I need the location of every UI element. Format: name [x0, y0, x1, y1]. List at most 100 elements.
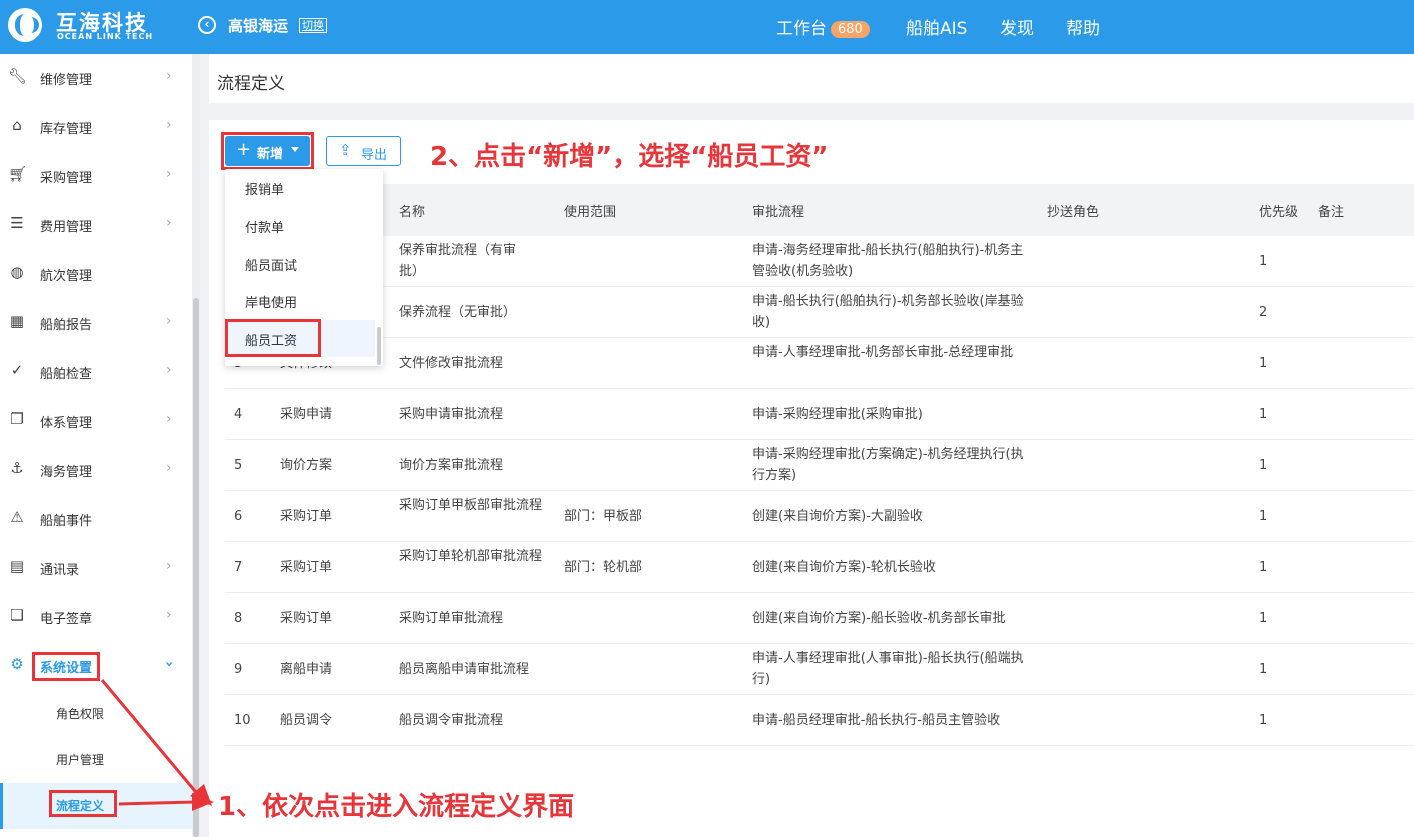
- row-number: 7: [234, 560, 243, 575]
- check-circle-icon: ✓: [10, 361, 24, 379]
- sidebar-subitem-label: 角色权限: [56, 707, 105, 721]
- nav-workbench-label: 工作台: [776, 19, 827, 39]
- row-name: 船员调令审批流程: [399, 713, 504, 728]
- logo-icon: [8, 8, 42, 42]
- row-type: 采购订单: [280, 560, 333, 575]
- sidebar-item-expense[interactable]: ☰ 费用管理 ›: [0, 201, 192, 250]
- sidebar-subitem-role-permissions[interactable]: 角色权限: [0, 691, 192, 737]
- row-priority: 1: [1259, 356, 1268, 371]
- column-header-flow: 审批流程: [752, 205, 805, 220]
- switch-company-link[interactable]: 切换: [299, 18, 327, 33]
- table-row[interactable]: 8 采购订单 采购订单审批流程 创建(来自询价方案)-船长验收-机务部长审批 1: [225, 593, 1414, 644]
- sidebar-item-label: 采购管理: [40, 171, 93, 186]
- sidebar-item-label: 维修管理: [40, 73, 93, 88]
- chevron-right-icon: ›: [166, 215, 172, 231]
- back-icon[interactable]: ‹: [198, 16, 216, 34]
- logo-subtext: OCEAN LINK TECH: [57, 32, 154, 41]
- upload-icon: ⇪: [339, 141, 352, 159]
- row-name: 询价方案审批流程: [399, 458, 504, 473]
- export-button[interactable]: ⇪ 导出: [326, 136, 401, 166]
- nav-discover[interactable]: 发现: [1000, 14, 1034, 39]
- database-icon: ☰: [10, 214, 24, 232]
- nav-workbench[interactable]: 工作台 680: [776, 14, 870, 39]
- chevron-right-icon: ›: [166, 313, 172, 329]
- sidebar-item-label: 通讯录: [40, 563, 80, 578]
- dropdown-item-payment[interactable]: 付款单: [225, 207, 375, 244]
- home-icon: ⌂: [12, 116, 22, 134]
- sidebar-item-voyage[interactable]: ◍ 航次管理: [0, 250, 192, 299]
- sidebar-item-label: 费用管理: [40, 220, 93, 235]
- row-priority: 1: [1259, 713, 1268, 728]
- sidebar-item-ship-event[interactable]: ⚠︎ 船舶事件: [0, 495, 192, 544]
- nav-ship-ais[interactable]: 船舶AIS: [906, 14, 967, 39]
- row-flow: 申请-采购经理审批(采购审批): [752, 407, 923, 422]
- row-number: 8: [234, 611, 243, 626]
- row-flow: 申请-人事经理审批-机务部长审批-总经理审批: [752, 345, 1014, 360]
- column-header-cc-role: 抄送角色: [1047, 205, 1100, 220]
- sidebar-item-ship-inspection[interactable]: ✓ 船舶检查 ›: [0, 348, 192, 397]
- row-type: 采购订单: [280, 611, 333, 626]
- notification-badge: 680: [831, 21, 870, 38]
- row-scope: 部门：甲板部: [564, 509, 643, 524]
- document-icon: ❐: [10, 410, 24, 428]
- chevron-right-icon: ›: [166, 460, 172, 476]
- row-priority: 1: [1259, 407, 1268, 422]
- row-type: 采购申请: [280, 407, 333, 422]
- column-header-scope: 使用范围: [564, 205, 617, 220]
- row-flow: 创建(来自询价方案)-大副验收: [752, 509, 923, 524]
- row-name: 采购订单甲板部审批流程: [399, 498, 543, 513]
- row-priority: 2: [1259, 305, 1268, 320]
- annotation-step1: 1、依次点击进入流程定义界面: [218, 792, 575, 822]
- row-flow: 申请-船长执行(船舶执行)-机务部长验收(岸基验收): [752, 294, 1024, 330]
- dropdown-item-crew-interview[interactable]: 船员面试: [225, 245, 375, 282]
- sidebar-item-contacts[interactable]: ▤ 通讯录 ›: [0, 544, 192, 593]
- row-number: 4: [234, 407, 243, 422]
- row-name: 保养流程（无审批）: [399, 305, 517, 320]
- gear-icon: ⚙︎: [10, 655, 24, 673]
- dropdown-item-label: 岸电使用: [245, 296, 298, 311]
- highlight-process-definition: [49, 790, 117, 817]
- sidebar-item-inventory[interactable]: ⌂ 库存管理 ›: [0, 103, 192, 152]
- row-name: 采购申请审批流程: [399, 407, 504, 422]
- table-row[interactable]: 保养审批流程（有审批） 申请-海务经理审批-船长执行(船舶执行)-机务主管验收(…: [225, 236, 1414, 287]
- row-type: 询价方案: [280, 458, 333, 473]
- table-row[interactable]: 4 采购申请 采购申请审批流程 申请-采购经理审批(采购审批) 1: [225, 389, 1414, 440]
- table-row[interactable]: 10 船员调令 船员调令审批流程 申请-船员经理审批-船长执行-船员主管验收 1: [225, 695, 1414, 746]
- table-row[interactable]: 5 询价方案 询价方案审批流程 申请-采购经理审批(方案确定)-机务经理执行(执…: [225, 440, 1414, 491]
- table-row[interactable]: 9 离船申请 船员离船申请审批流程 申请-人事经理审批(人事审批)-船长执行(船…: [225, 644, 1414, 695]
- sidebar-item-system-mgmt[interactable]: ❐ 体系管理 ›: [0, 397, 192, 446]
- table-row[interactable]: 保养流程（无审批） 申请-船长执行(船舶执行)-机务部长验收(岸基验收) 2: [225, 287, 1414, 338]
- table-row[interactable]: 6 采购订单 采购订单甲板部审批流程 部门：甲板部 创建(来自询价方案)-大副验…: [225, 491, 1414, 542]
- table-row[interactable]: 3 文件修改 文件修改审批流程 申请-人事经理审批-机务部长审批-总经理审批 1: [225, 338, 1414, 389]
- company-name: 高银海运: [228, 17, 289, 35]
- sidebar-item-ship-report[interactable]: ▦ 船舶报告 ›: [0, 299, 192, 348]
- nav-help[interactable]: 帮助: [1066, 14, 1100, 39]
- server-icon: ▤: [9, 557, 25, 575]
- row-number: 9: [234, 662, 243, 677]
- sidebar-item-maintenance[interactable]: 🔧︎ 维修管理 ›: [0, 54, 192, 103]
- sidebar-subitem-user-management[interactable]: 用户管理: [0, 737, 192, 783]
- chevron-right-icon: ›: [166, 166, 172, 182]
- sidebar-item-e-signature[interactable]: ❏ 电子签章 ›: [0, 593, 192, 642]
- table-row[interactable]: 7 采购订单 采购订单轮机部审批流程 部门：轮机部 创建(来自询价方案)-轮机长…: [225, 542, 1414, 593]
- chevron-right-icon: ›: [166, 411, 172, 427]
- dropdown-scrollbar[interactable]: [377, 327, 381, 365]
- export-button-label: 导出: [361, 148, 388, 163]
- row-name: 船员离船申请审批流程: [399, 662, 530, 677]
- page-title-bar: 流程定义: [209, 54, 1414, 103]
- dropdown-item-label: 船员面试: [245, 259, 298, 274]
- row-type: 离船申请: [280, 662, 333, 677]
- sidebar-item-label: 船舶检查: [40, 367, 93, 382]
- highlight-crew-salary: [225, 319, 321, 357]
- dropdown-item-shore-power[interactable]: 岸电使用: [225, 282, 375, 319]
- chevron-right-icon: ›: [166, 362, 172, 378]
- sidebar-item-marine[interactable]: ⚓︎ 海务管理 ›: [0, 446, 192, 495]
- row-priority: 1: [1259, 662, 1268, 677]
- stamp-icon: ❏: [10, 606, 24, 624]
- sidebar-item-purchase[interactable]: 🛒︎ 采购管理 ›: [0, 152, 192, 201]
- sidebar-item-label: 航次管理: [40, 269, 93, 284]
- sidebar-scrollbar-thumb[interactable]: [193, 298, 199, 837]
- chevron-down-icon: ›: [160, 661, 177, 667]
- dropdown-item-expense-claim[interactable]: 报销单: [225, 169, 375, 206]
- sidebar: 🔧︎ 维修管理 › ⌂ 库存管理 › 🛒︎ 采购管理 › ☰ 费用管理 › ◍ …: [0, 54, 200, 837]
